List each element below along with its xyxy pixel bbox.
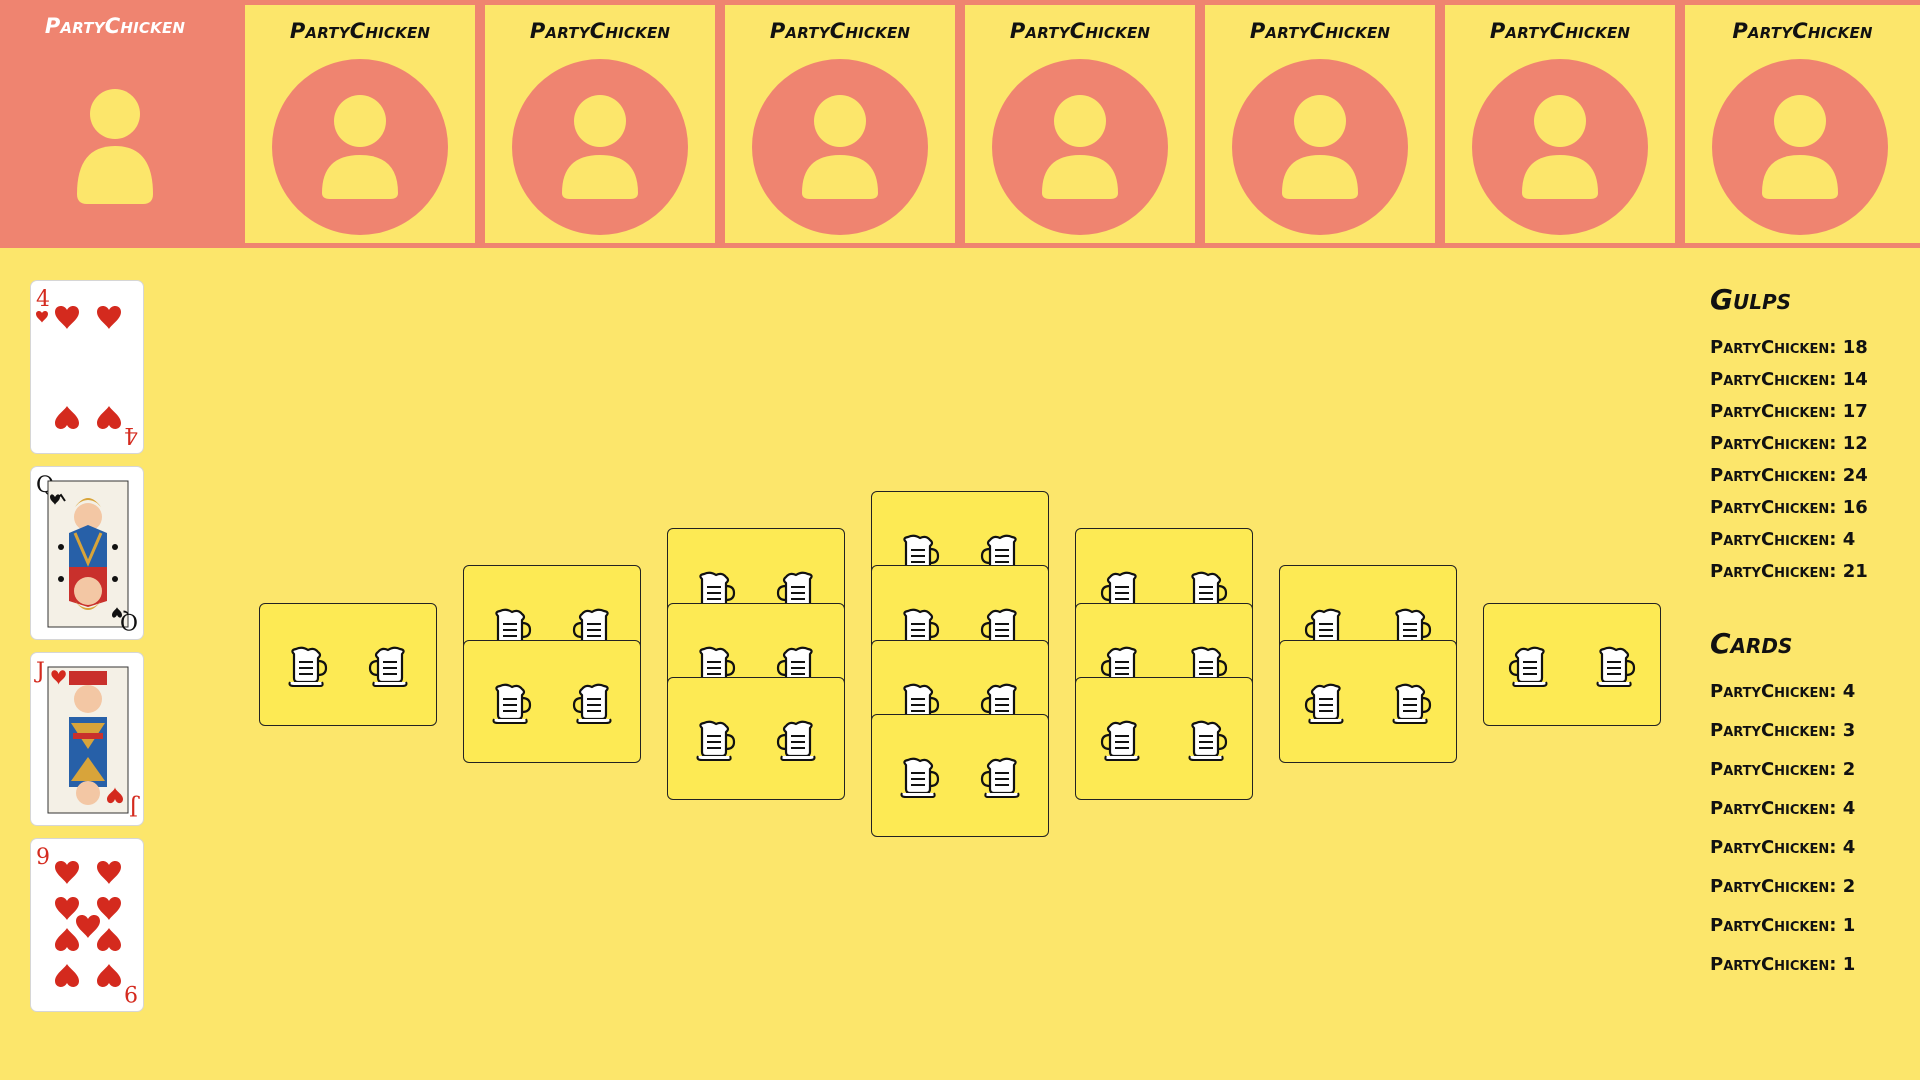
user-icon xyxy=(562,95,638,199)
table-card[interactable] xyxy=(1075,677,1253,800)
beer-mug-icon xyxy=(1302,681,1350,725)
gulps-line: PartyChicken: 21 xyxy=(1710,561,1868,582)
cards-line: PartyChicken: 2 xyxy=(1710,759,1856,780)
player-name: PartyChicken xyxy=(769,19,911,43)
avatar xyxy=(512,59,688,235)
gulps-line: PartyChicken: 18 xyxy=(1710,337,1868,358)
table-card[interactable] xyxy=(871,714,1049,838)
avatar xyxy=(1712,59,1888,235)
player-slot[interactable]: PartyChicken xyxy=(1445,5,1675,243)
gulps-line: PartyChicken: 17 xyxy=(1710,401,1868,422)
beer-mug-icon xyxy=(894,755,942,799)
cards-line: PartyChicken: 3 xyxy=(1710,720,1856,741)
beer-mug-icon xyxy=(978,755,1026,799)
user-icon xyxy=(1042,95,1118,199)
cards-line: PartyChicken: 4 xyxy=(1710,798,1856,819)
player-name: PartyChicken xyxy=(1249,19,1391,43)
avatar xyxy=(1232,59,1408,235)
gulps-line: PartyChicken: 24 xyxy=(1710,465,1868,486)
user-icon xyxy=(802,95,878,199)
player-name: PartyChicken xyxy=(1009,19,1151,43)
player-name: PartyChicken xyxy=(1732,19,1873,43)
avatar xyxy=(992,59,1168,235)
beer-mug-icon xyxy=(570,681,618,725)
gulps-line: PartyChicken: 16 xyxy=(1710,497,1868,518)
table-card[interactable] xyxy=(1483,602,1661,726)
player-slot[interactable]: PartyChicken xyxy=(1685,5,1920,243)
table-card[interactable] xyxy=(1279,639,1457,763)
player-slot[interactable]: PartyChicken xyxy=(485,5,715,243)
beer-mug-icon xyxy=(1182,718,1230,762)
cards-line: PartyChicken: 4 xyxy=(1710,681,1856,702)
gulps-line: PartyChicken: 4 xyxy=(1710,529,1856,550)
cards-line: PartyChicken: 1 xyxy=(1710,954,1856,975)
gulps-title: Gulps xyxy=(1710,283,1792,316)
beer-mug-icon xyxy=(366,644,414,688)
player-slot[interactable]: PartyChicken xyxy=(965,5,1195,243)
player-slot[interactable]: PartyChicken xyxy=(0,0,230,248)
cards-line: PartyChicken: 4 xyxy=(1710,837,1856,858)
card-rank: J xyxy=(129,794,138,819)
user-icon xyxy=(77,89,153,204)
user-icon xyxy=(1762,95,1838,199)
beer-mug-icon xyxy=(1386,681,1434,725)
beer-mug-icon xyxy=(282,644,330,688)
table-card[interactable] xyxy=(667,677,845,800)
player-bar: PartyChicken PartyChicken PartyChicken P… xyxy=(0,0,1920,248)
hand-card[interactable]: Q Q xyxy=(30,466,144,640)
card-rank: 4 xyxy=(124,422,138,447)
player-slot[interactable]: PartyChicken xyxy=(1205,5,1435,243)
card-rank: 9 xyxy=(124,980,138,1005)
player-name: PartyChicken xyxy=(289,19,431,43)
avatar xyxy=(27,54,203,230)
beer-mug-icon xyxy=(774,718,822,762)
beer-mug-icon xyxy=(1506,644,1554,688)
player-slot[interactable]: PartyChicken xyxy=(725,5,955,243)
player-name: PartyChicken xyxy=(44,14,186,38)
hand-card[interactable]: 4 4 xyxy=(30,280,144,454)
gulps-line: PartyChicken: 14 xyxy=(1710,369,1868,390)
beer-mug-icon xyxy=(486,681,534,725)
avatar xyxy=(1472,59,1648,235)
avatar xyxy=(752,59,928,235)
user-icon xyxy=(322,95,398,199)
player-name: PartyChicken xyxy=(1489,19,1631,43)
user-icon xyxy=(1522,95,1598,199)
cards-title: Cards xyxy=(1710,627,1793,660)
player-slot[interactable]: PartyChicken xyxy=(245,5,475,243)
hand-card[interactable]: J J xyxy=(30,652,144,826)
beer-mug-icon xyxy=(1590,644,1638,688)
cards-line: PartyChicken: 1 xyxy=(1710,915,1856,936)
table-card[interactable] xyxy=(259,602,437,726)
jack-face-icon xyxy=(47,666,129,814)
gulps-line: PartyChicken: 12 xyxy=(1710,433,1868,454)
beer-mug-icon xyxy=(690,718,738,762)
hand-card[interactable]: 9 9 xyxy=(30,838,144,1012)
cards-line: PartyChicken: 2 xyxy=(1710,876,1856,897)
player-name: PartyChicken xyxy=(529,19,671,43)
beer-mug-icon xyxy=(1098,718,1146,762)
user-icon xyxy=(1282,95,1358,199)
card-rank: Q xyxy=(119,608,138,633)
table-card[interactable] xyxy=(463,639,641,763)
avatar xyxy=(272,59,448,235)
